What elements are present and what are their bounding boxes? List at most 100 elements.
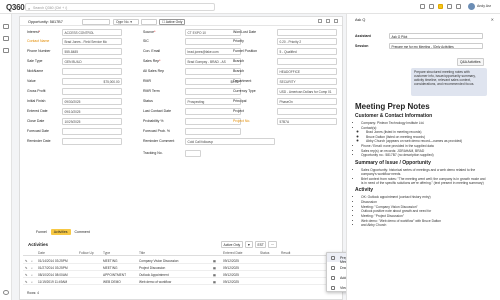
avatar[interactable] [468,3,475,10]
tab-activities[interactable]: Activities [50,229,71,236]
table-row[interactable]: ✎ ⌕ 08/10/2014 08:00AM APPOINTMENT Outlo… [23,271,339,278]
currency-field[interactable]: USD - American Dollars for Comp 01 [277,88,337,95]
tracking-field[interactable] [185,150,201,157]
form-row: Tracking No. [20,149,342,158]
prompt-bubble: Prepare structured meeting notes with cu… [411,68,487,96]
row-type: WEB DEMO [103,279,121,284]
save-icon[interactable] [318,19,322,23]
col-date[interactable]: Date [38,251,45,255]
close-date-field[interactable]: 10/29/2025 [62,118,122,125]
print-icon[interactable] [326,19,330,23]
row-title: Project Discussion [139,265,166,270]
phone-field[interactable]: 555-8485 [62,48,122,55]
principal-label: Principal [233,99,247,103]
header-select-1[interactable] [82,18,110,25]
search-icon[interactable]: ⌕ [31,273,33,277]
principal-field[interactable]: PhaseOn [277,98,337,105]
qa-activities-button[interactable]: Q&A Activities [457,58,484,66]
more-options-button[interactable]: ⋯ [268,241,277,249]
priority-field[interactable]: 0.20 - Priority 2 [277,38,337,45]
activities-section: Activities Active Only ▼ EST ⋯ Date Foll… [23,240,339,285]
value-field[interactable]: $75,000.00 [62,78,122,85]
entered-field[interactable]: 09/10/2025 [62,108,122,115]
reminder-comment-field[interactable]: Cold Call followup [185,138,275,145]
gross-profit-field[interactable] [62,88,122,95]
active-only-filter[interactable]: Active Only [221,241,243,249]
summary-list: Sales Opportunity: historical series of … [355,168,487,186]
row-type: MEETING [103,265,118,270]
panel-header: Opportunity: 5817B7 Oppr No. ▾ ☐ Active … [20,17,342,26]
user-name[interactable]: Andy Asr [477,4,491,8]
history-icon[interactable] [3,48,9,53]
help-circle-icon[interactable] [3,290,9,295]
col-status[interactable]: Status [260,251,269,255]
initial-finish-field[interactable]: 09/30/2025 [62,98,122,105]
global-search-input[interactable]: ⌕ Search Q360 (Ctrl + /) [25,3,215,11]
notifications-icon[interactable] [447,4,452,9]
list-item: Brad Jones (listed in meeting records) [366,130,487,134]
col-follow-up[interactable]: Follow Up [79,251,94,255]
department-field[interactable]: SECURITY [277,78,337,85]
section-heading: Customer & Contact Information [355,113,433,119]
filter-icon[interactable]: ▼ [244,241,253,249]
est-select[interactable]: EST [254,241,267,249]
edit-icon[interactable]: ✎ [25,280,28,284]
sic-label: SIC [143,39,149,43]
col-title[interactable]: Title [139,251,145,255]
col-type[interactable]: Type [103,251,110,255]
search-icon[interactable]: ⌕ [31,259,33,263]
detail-tabs: Funnel Activities Comment [33,229,93,236]
col-result[interactable]: Result [281,251,290,255]
list-item: Discussion [361,200,487,204]
session-select[interactable]: Prepare me for my Meeting - [Only Activi… [389,43,483,49]
reminder-label: Reminder Date [27,139,51,143]
form-row: Contact Name Brad Jones - Field Service … [20,37,342,46]
row-entered: 09/12/2025 [223,265,239,270]
list-item: Meeting: "Project Discussion" [361,214,487,218]
row-title: Outlook Appointment [139,272,169,277]
tab-funnel[interactable]: Funnel [33,229,50,235]
ask-q-icon[interactable] [438,4,443,9]
oppr-no-select[interactable]: Oppr No. ▾ [113,18,139,25]
settings-icon[interactable] [420,4,425,9]
project-field[interactable] [277,108,337,115]
table-row[interactable]: ✎ ⌕ 11/19/2019 11:49AM WEB DEMO Web demo… [23,278,339,285]
forecast-field[interactable] [62,128,122,135]
nickname-field[interactable] [62,68,122,75]
bookmark-icon[interactable] [3,36,9,41]
priority-label: Priority [233,39,244,43]
form-row: NickName All Sales Rep Branch HEADOFFICE [20,67,342,76]
timeline-list: OK: Outlook appointment (contact history… [355,195,487,227]
contact-info-list: Company: Pinleon Technology Institute Lt… [355,121,487,158]
more-icon[interactable] [334,19,338,23]
branch2-field[interactable]: HEADOFFICE [277,68,337,75]
close-icon[interactable]: ✕ [491,17,494,22]
help-icon[interactable] [429,4,434,9]
menu-icon[interactable] [3,24,9,29]
edit-icon[interactable]: ✎ [25,266,28,270]
contact-name-field[interactable]: Brad Jones - Field Service Mc [62,38,122,45]
search-icon[interactable]: ⌕ [31,266,33,270]
table-row[interactable]: ✎ ⌕ 01/14/2014 03:25PM MEETING Company V… [23,257,339,264]
page-title: Opportunity: 5817B7 [28,19,63,24]
edit-icon[interactable]: ✎ [25,273,28,277]
assistant-select[interactable]: Ask Q Pilot [389,33,483,39]
branch-field[interactable] [277,58,337,65]
edit-icon[interactable]: ✎ [25,259,28,263]
ask-response: Meeting Prep Notes Customer & Contact In… [355,102,487,228]
col-entered[interactable]: Entered Date [223,251,242,255]
funnel-field[interactable]: 5 - Qualified [277,48,337,55]
calendar-icon: ▦ [213,279,217,284]
search-icon[interactable]: ⌕ [31,280,33,284]
sale-type-field[interactable]: GEN BUILD [62,58,122,65]
apps-icon[interactable] [456,4,461,9]
active-only-toggle[interactable]: ☐ Active Only [159,18,186,25]
table-row[interactable]: ✎ ⌕ 01/27/2014 03:25PM MEETING Project D… [23,264,339,271]
tab-comment[interactable]: Comment [72,229,93,235]
won-lost-field[interactable] [277,29,337,36]
project-no-field[interactable]: 57B7A [277,118,337,125]
forecast-pct-field[interactable] [185,128,241,135]
interest-field[interactable]: ACCESS CONTROL [62,29,122,36]
reminder-field[interactable] [62,138,122,145]
header-select-3[interactable] [141,18,157,25]
